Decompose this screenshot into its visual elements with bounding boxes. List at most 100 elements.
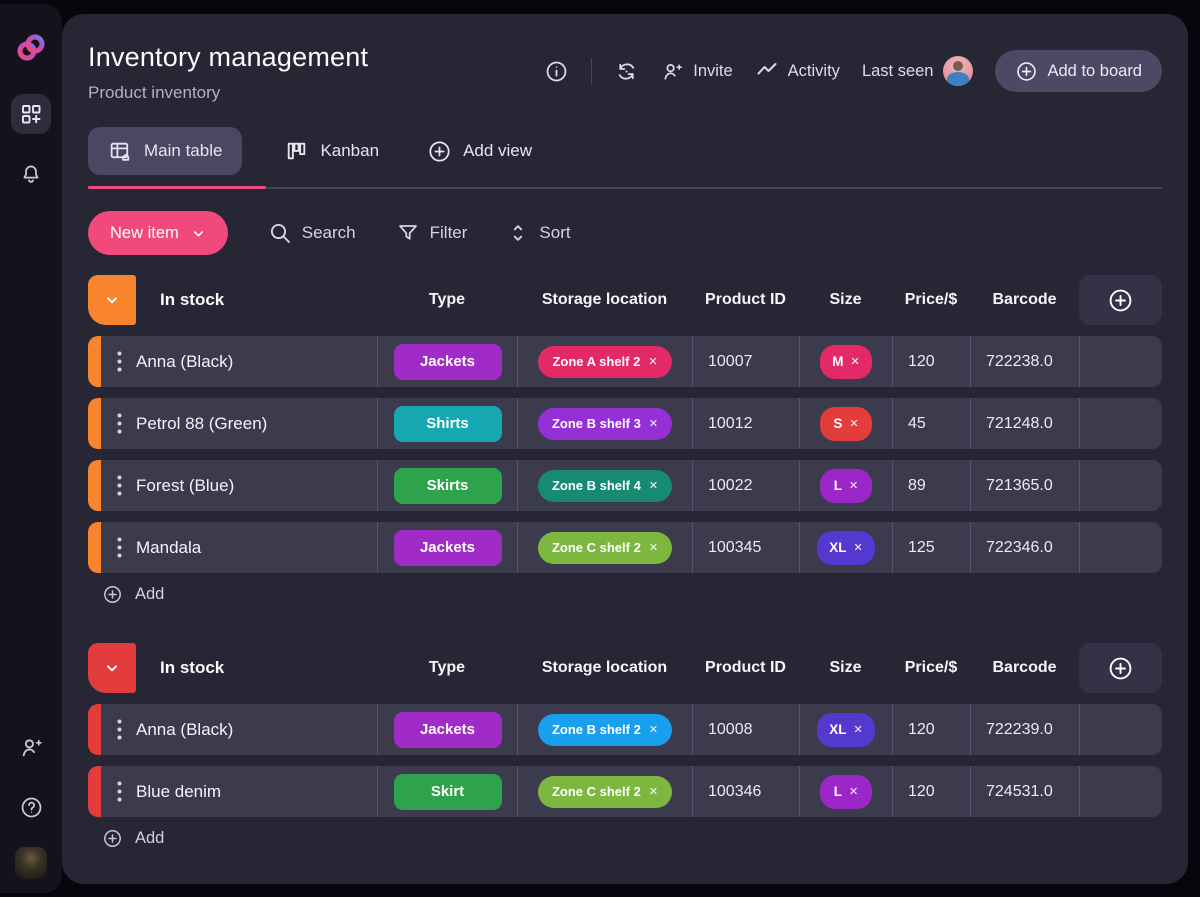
storage-location-pill[interactable]: Zone B shelf 2✕ <box>538 714 672 746</box>
size-pill[interactable]: L✕ <box>820 775 872 809</box>
invite-button[interactable]: Invite <box>661 60 732 83</box>
activity-button[interactable]: Activity <box>755 59 840 83</box>
product-id-cell[interactable]: 100346 <box>692 766 799 817</box>
row-menu-button[interactable] <box>117 719 122 740</box>
size-pill[interactable]: M✕ <box>820 345 872 379</box>
add-item-label: Add <box>135 829 164 848</box>
remove-tag-icon[interactable]: ✕ <box>849 417 858 430</box>
new-item-button[interactable]: New item <box>88 211 228 255</box>
barcode-cell[interactable]: 721248.0 <box>970 398 1079 449</box>
plaky-logo-icon[interactable] <box>13 30 49 66</box>
barcode-cell[interactable]: 722239.0 <box>970 704 1079 755</box>
column-header: Storage location <box>517 275 692 325</box>
empty-cell <box>1079 522 1162 573</box>
tab-add-view[interactable]: Add view <box>421 139 538 164</box>
barcode-cell[interactable]: 721365.0 <box>970 460 1079 511</box>
remove-tag-icon[interactable]: ✕ <box>849 785 858 798</box>
remove-tag-icon[interactable]: ✕ <box>854 723 863 736</box>
help-icon[interactable] <box>11 787 51 827</box>
remove-tag-icon[interactable]: ✕ <box>649 785 658 798</box>
size-pill[interactable]: S✕ <box>820 407 872 441</box>
info-icon[interactable] <box>544 59 569 84</box>
product-id-cell[interactable]: 100345 <box>692 522 799 573</box>
boards-grid-icon[interactable] <box>11 94 51 134</box>
remove-tag-icon[interactable]: ✕ <box>854 541 863 554</box>
person-add-icon[interactable] <box>11 727 51 767</box>
group-name-cell: In stock <box>88 643 377 693</box>
barcode-cell[interactable]: 724531.0 <box>970 766 1079 817</box>
item-name[interactable]: Forest (Blue) <box>136 476 234 496</box>
type-pill[interactable]: Skirts <box>394 468 502 504</box>
remove-tag-icon[interactable]: ✕ <box>851 355 860 368</box>
price-cell[interactable]: 125 <box>892 522 970 573</box>
remove-tag-icon[interactable]: ✕ <box>849 479 858 492</box>
price-cell[interactable]: 120 <box>892 704 970 755</box>
remove-tag-icon[interactable]: ✕ <box>648 355 657 368</box>
type-pill[interactable]: Jackets <box>394 530 502 566</box>
price-cell[interactable]: 45 <box>892 398 970 449</box>
add-to-board-button[interactable]: Add to board <box>995 50 1163 92</box>
search-button[interactable]: Search <box>268 221 356 245</box>
item-name[interactable]: Blue denim <box>136 782 221 802</box>
storage-location-pill[interactable]: Zone B shelf 3✕ <box>538 408 672 440</box>
group-color-accent <box>88 460 101 511</box>
storage-location-pill[interactable]: Zone A shelf 2✕ <box>538 346 671 378</box>
size-pill[interactable]: XL✕ <box>817 531 874 565</box>
add-item-button[interactable]: Add <box>102 828 1162 849</box>
item-name[interactable]: Anna (Black) <box>136 720 233 740</box>
size-label: L <box>834 478 842 493</box>
group-collapse-button[interactable] <box>88 275 136 325</box>
invite-label: Invite <box>693 62 732 81</box>
storage-location-pill[interactable]: Zone C shelf 2✕ <box>538 532 672 564</box>
kebab-icon <box>117 537 122 558</box>
tab-kanban[interactable]: Kanban <box>278 139 385 164</box>
add-column-button[interactable] <box>1079 275 1162 325</box>
storage-location-pill[interactable]: Zone C shelf 2✕ <box>538 776 672 808</box>
row-menu-button[interactable] <box>117 781 122 802</box>
tab-main-table[interactable]: Main table <box>88 127 242 175</box>
storage-location-pill[interactable]: Zone B shelf 4✕ <box>538 470 672 502</box>
product-id-cell[interactable]: 10008 <box>692 704 799 755</box>
page-subtitle: Product inventory <box>88 83 368 103</box>
sort-button[interactable]: Sort <box>507 222 570 244</box>
barcode-cell[interactable]: 722346.0 <box>970 522 1079 573</box>
type-pill[interactable]: Jackets <box>394 712 502 748</box>
item-name[interactable]: Petrol 88 (Green) <box>136 414 267 434</box>
add-column-cell <box>1079 275 1162 325</box>
product-id-cell[interactable]: 10022 <box>692 460 799 511</box>
last-seen[interactable]: Last seen <box>862 56 973 86</box>
add-column-button[interactable] <box>1079 643 1162 693</box>
product-id-cell[interactable]: 10012 <box>692 398 799 449</box>
size-pill[interactable]: L✕ <box>820 469 872 503</box>
remove-tag-icon[interactable]: ✕ <box>649 417 658 430</box>
item-name[interactable]: Mandala <box>136 538 201 558</box>
size-pill[interactable]: XL✕ <box>817 713 874 747</box>
row-menu-button[interactable] <box>117 413 122 434</box>
price-cell[interactable]: 120 <box>892 336 970 387</box>
row-menu-button[interactable] <box>117 537 122 558</box>
remove-tag-icon[interactable]: ✕ <box>649 541 658 554</box>
user-avatar[interactable] <box>15 847 47 879</box>
product-id-cell[interactable]: 10007 <box>692 336 799 387</box>
type-pill[interactable]: Skirt <box>394 774 502 810</box>
remove-tag-icon[interactable]: ✕ <box>649 479 658 492</box>
remove-tag-icon[interactable]: ✕ <box>649 723 658 736</box>
plus-circle-icon <box>1107 655 1134 682</box>
barcode-cell[interactable]: 722238.0 <box>970 336 1079 387</box>
main-table-icon <box>108 139 133 164</box>
size-cell: L✕ <box>799 766 892 817</box>
sync-icon[interactable] <box>614 59 639 84</box>
item-name[interactable]: Anna (Black) <box>136 352 233 372</box>
column-header: Type <box>377 275 517 325</box>
price-cell[interactable]: 89 <box>892 460 970 511</box>
price-cell[interactable]: 120 <box>892 766 970 817</box>
bell-icon[interactable] <box>11 154 51 194</box>
type-pill[interactable]: Jackets <box>394 344 502 380</box>
table-row: Mandala Jackets Zone C shelf 2✕ 100345 XL✕ 12… <box>88 522 1162 573</box>
row-menu-button[interactable] <box>117 475 122 496</box>
row-menu-button[interactable] <box>117 351 122 372</box>
group-collapse-button[interactable] <box>88 643 136 693</box>
filter-button[interactable]: Filter <box>396 221 468 245</box>
type-pill[interactable]: Shirts <box>394 406 502 442</box>
add-item-button[interactable]: Add <box>102 584 1162 605</box>
